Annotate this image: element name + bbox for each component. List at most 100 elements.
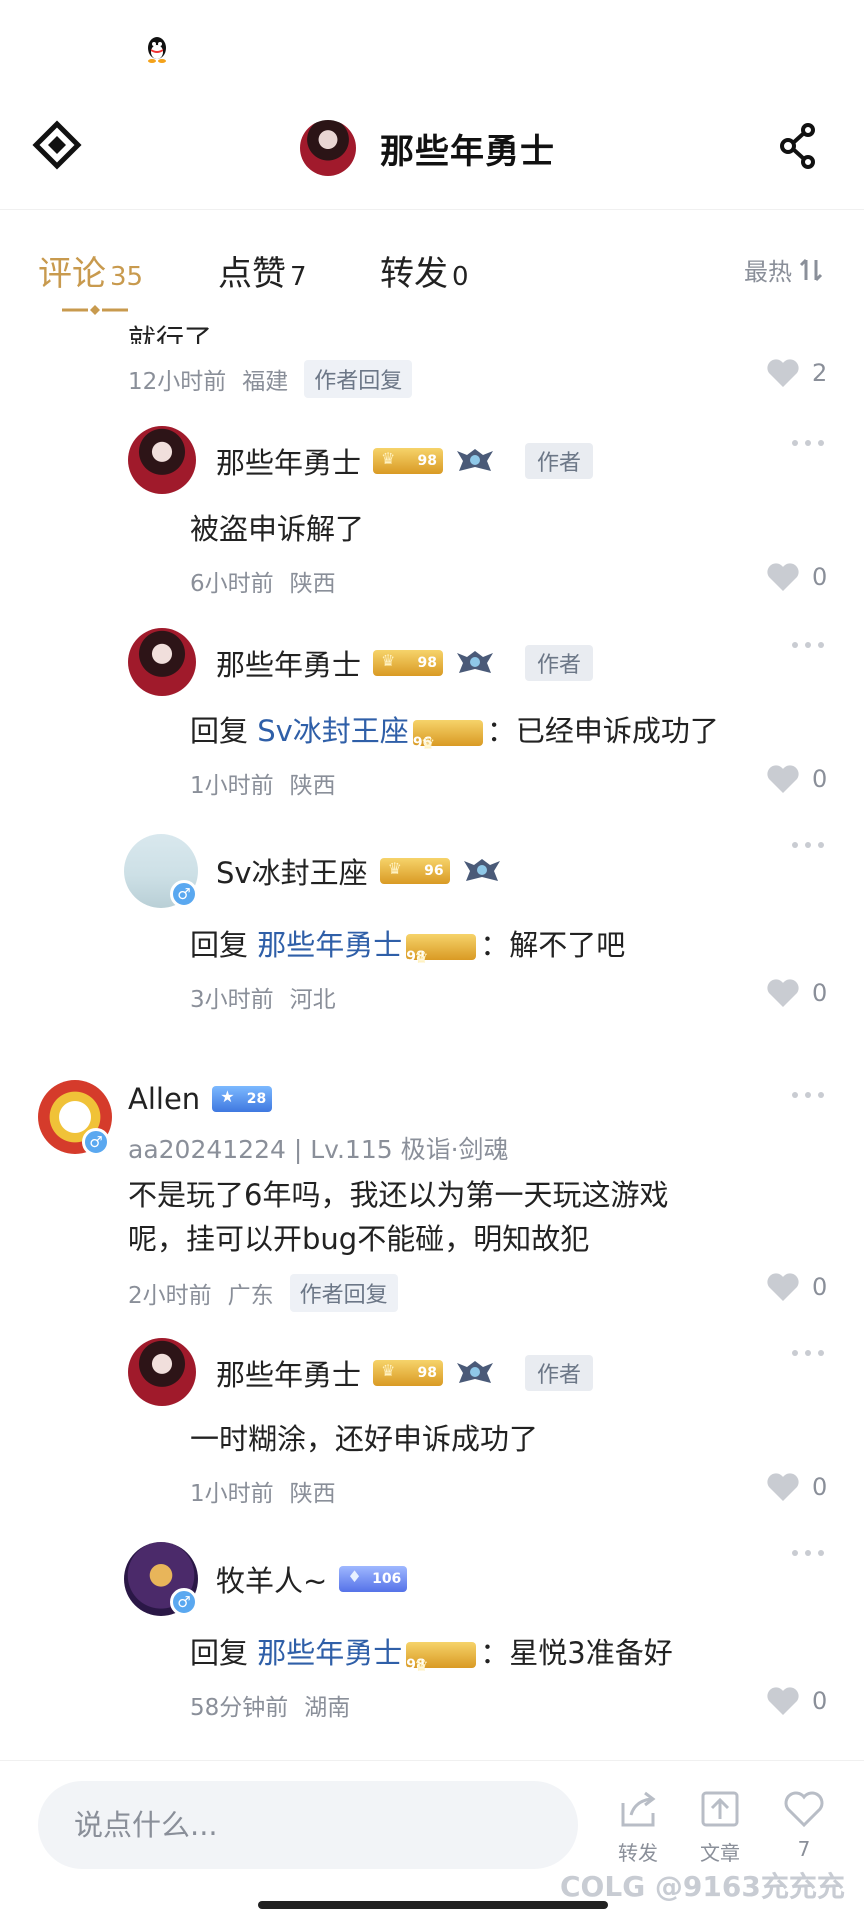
like-button[interactable]: 0 (766, 764, 827, 794)
header-avatar[interactable] (300, 120, 356, 176)
level-badge: 96 (379, 858, 450, 884)
tab-label: 转发 (380, 254, 448, 294)
share-icon[interactable] (778, 122, 818, 170)
heart-icon (767, 563, 799, 591)
user-name[interactable]: 那些年勇士 (216, 642, 361, 684)
comment-header: Allen 28 (128, 1082, 273, 1116)
like-count: 0 (812, 1473, 828, 1501)
reply-text: ：解不了吧 (480, 928, 626, 962)
comment-input[interactable] (38, 1781, 578, 1869)
heart-icon (767, 1473, 799, 1501)
male-gender-icon: ♂ (170, 880, 198, 908)
avatar[interactable] (128, 628, 196, 696)
reply-meta: 58分钟前 湖南 (190, 1688, 350, 1722)
qq-penguin-icon (148, 37, 166, 63)
tab-label: 评论 (38, 254, 106, 294)
reply-prefix: 回复 (190, 928, 249, 962)
back-logo-icon[interactable] (32, 120, 82, 170)
comment-meta: 12小时前 福建 作者回复 (128, 360, 413, 398)
user-name[interactable]: 那些年勇士 (216, 440, 361, 482)
tab-shares[interactable]: 转发 0 (380, 246, 469, 295)
sort-icon (799, 258, 823, 281)
like-post-button[interactable]: 7 (774, 1789, 834, 1861)
post-like-count: 7 (797, 1837, 811, 1861)
reply-meta: 6小时前 陕西 (190, 564, 336, 598)
reply-to-name[interactable]: 那些年勇士 (257, 928, 402, 962)
tab-comments[interactable]: 评论 35 (38, 246, 143, 295)
tab-count: 35 (110, 262, 144, 292)
header-user[interactable]: 那些年勇士 (300, 120, 555, 176)
comment-text-line2: 呢，挂可以开bug不能碰，明知故犯 (128, 1222, 590, 1256)
like-button[interactable]: 0 (766, 1272, 827, 1302)
avatar[interactable] (128, 1338, 196, 1406)
reply-header: Sv冰封王座 96 (216, 850, 502, 892)
tab-underline (62, 305, 128, 315)
tab-label: 点赞 (218, 254, 286, 294)
share-button[interactable]: 转发 (608, 1789, 668, 1866)
reply-time: 6小时前 (190, 571, 274, 597)
tab-likes[interactable]: 点赞 7 (218, 246, 307, 295)
reply-text-row: 回复 Sv冰封王座96：已经申诉成功了 (190, 708, 719, 767)
user-name[interactable]: Allen (128, 1082, 200, 1116)
bottom-bar: 转发 文章 7 COLG @9163充充充 (0, 1760, 864, 1920)
reply-meta: 1小时前 陕西 (190, 766, 336, 800)
more-options-icon[interactable] (790, 1348, 826, 1358)
comment-location: 广东 (227, 1283, 274, 1309)
rank-emblem-icon (457, 449, 494, 471)
rank-emblem-icon (457, 1361, 494, 1383)
like-button[interactable]: 0 (766, 562, 827, 592)
user-name[interactable]: Sv冰封王座 (216, 850, 368, 892)
reply-header: 那些年勇士 98 作者 (216, 642, 594, 684)
more-options-icon[interactable] (790, 1090, 826, 1100)
reply-time: 1小时前 (190, 1481, 274, 1507)
user-name[interactable]: 牧羊人~ (216, 1558, 327, 1600)
more-options-icon[interactable] (790, 438, 826, 448)
reply-to-name[interactable]: 那些年勇士 (257, 1636, 402, 1670)
level-badge: 98 (406, 934, 477, 981)
level-badge: 28 (212, 1086, 273, 1112)
reply-header: 牧羊人~ 106 (216, 1558, 408, 1600)
tab-bar: 评论 35 点赞 7 转发 0 最热 (0, 210, 864, 322)
reply-location: 陕西 (289, 571, 336, 597)
sort-button[interactable]: 最热 (744, 252, 824, 287)
reply-meta: 1小时前 陕西 (190, 1474, 336, 1508)
heart-icon (767, 979, 799, 1007)
author-tag: 作者 (525, 645, 594, 681)
more-options-icon[interactable] (790, 840, 826, 850)
heart-icon (767, 1687, 799, 1715)
heart-icon (767, 1273, 799, 1301)
male-gender-icon: ♂ (170, 1588, 198, 1616)
sort-label: 最热 (744, 258, 792, 286)
reply-prefix: 回复 (190, 714, 249, 748)
comment-location: 福建 (242, 369, 289, 395)
like-button[interactable]: 2 (766, 358, 827, 388)
level-badge: 98 (373, 448, 444, 474)
more-options-icon[interactable] (790, 1548, 826, 1558)
tab-count: 7 (290, 262, 307, 292)
reply-location: 陕西 (289, 773, 336, 799)
comment-meta: 2小时前 广东 作者回复 (128, 1274, 398, 1312)
article-label: 文章 (700, 1841, 740, 1865)
reply-meta: 3小时前 河北 (190, 980, 336, 1014)
level-badge: 96 (412, 720, 483, 767)
reply-text-row: 回复 那些年勇士98：解不了吧 (190, 922, 626, 981)
like-button[interactable]: 0 (766, 978, 827, 1008)
reply-prefix: 回复 (190, 1636, 249, 1670)
like-button[interactable]: 0 (766, 1686, 827, 1716)
comment-text-line1: 不是玩了6年吗，我还以为第一天玩这游戏 (128, 1178, 669, 1212)
share-out-icon (621, 1791, 656, 1827)
more-options-icon[interactable] (790, 640, 826, 650)
like-count: 0 (812, 563, 828, 591)
reply-to-name[interactable]: Sv冰封王座 (257, 714, 409, 748)
user-name[interactable]: 那些年勇士 (216, 1352, 361, 1394)
reply-text: 一时糊涂，还好申诉成功了 (190, 1422, 539, 1456)
like-button[interactable]: 0 (766, 1472, 827, 1502)
article-button[interactable]: 文章 (690, 1789, 750, 1866)
comment-input-wrapper[interactable] (38, 1781, 578, 1869)
author-replied-tag: 作者回复 (289, 1274, 398, 1312)
comment-time: 12小时前 (128, 369, 227, 395)
reply-location: 河北 (289, 987, 336, 1013)
avatar[interactable] (128, 426, 196, 494)
reply-text-row: 回复 那些年勇士98：星悦3准备好 (190, 1630, 673, 1689)
top-bar: 那些年勇士 (0, 100, 864, 210)
